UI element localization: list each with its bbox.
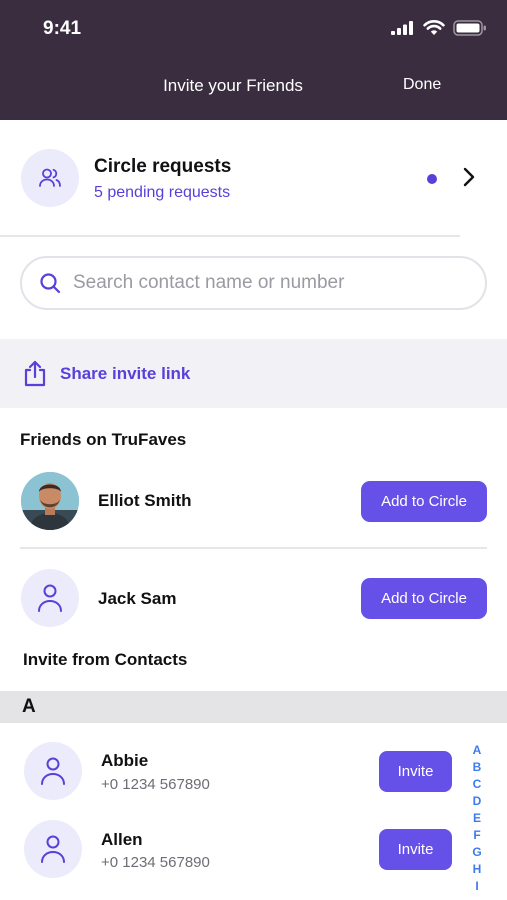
contact-number: +0 1234 567890 — [101, 776, 210, 793]
section-letter-header: A — [0, 691, 507, 723]
share-invite-link-row[interactable]: Share invite link — [0, 339, 507, 408]
users-icon — [39, 168, 61, 187]
divider — [0, 235, 460, 237]
share-invite-link-label: Share invite link — [60, 363, 191, 383]
contact-row: Abbie +0 1234 567890 Invite — [0, 735, 507, 815]
profile-photo — [21, 472, 79, 530]
invite-button[interactable]: Invite — [379, 751, 452, 792]
alphabet-index-letter[interactable]: F — [470, 827, 484, 844]
user-icon — [41, 757, 65, 785]
battery-icon — [453, 20, 486, 36]
alphabet-index-letter[interactable]: C — [470, 776, 484, 793]
app-header: 9:41 Invite your Friends Done — [0, 0, 507, 120]
share-icon — [24, 360, 46, 386]
avatar — [21, 472, 79, 530]
avatar — [24, 742, 82, 800]
search-input[interactable] — [73, 272, 453, 294]
alphabet-index[interactable]: A B C D E F G H I — [470, 742, 484, 895]
contact-number: +0 1234 567890 — [101, 854, 210, 871]
status-icons — [391, 20, 487, 36]
friend-name: Elliot Smith — [98, 491, 192, 510]
add-to-circle-button[interactable]: Add to Circle — [361, 578, 487, 619]
contact-row: Allen +0 1234 567890 Invite — [0, 813, 507, 893]
friend-row: Jack Sam Add to Circle — [0, 559, 507, 639]
status-time: 9:41 — [43, 18, 82, 39]
friend-name: Jack Sam — [98, 589, 177, 608]
pending-requests-count: 5 pending requests — [94, 184, 231, 201]
alphabet-index-letter[interactable]: H — [470, 861, 484, 878]
avatar — [21, 569, 79, 627]
avatar — [24, 820, 82, 878]
contact-name: Abbie — [101, 751, 149, 770]
friends-section-title: Friends on TruFaves — [20, 430, 187, 449]
page-title: Invite your Friends — [163, 76, 303, 95]
wifi-icon — [423, 20, 445, 35]
contact-name: Allen — [101, 830, 143, 849]
unread-dot — [427, 174, 437, 184]
search-icon — [40, 273, 61, 294]
alphabet-index-letter[interactable]: G — [470, 844, 484, 861]
circle-requests-title: Circle requests — [94, 156, 232, 177]
done-button[interactable]: Done — [403, 76, 441, 94]
chevron-right-icon[interactable] — [462, 166, 476, 188]
invite-button[interactable]: Invite — [379, 829, 452, 870]
alphabet-index-letter[interactable]: D — [470, 793, 484, 810]
user-icon — [38, 584, 62, 612]
add-to-circle-button[interactable]: Add to Circle — [361, 481, 487, 522]
group-avatar — [21, 149, 79, 207]
alphabet-index-letter[interactable]: A — [470, 742, 484, 759]
friend-row: Elliot Smith Add to Circle — [0, 461, 507, 541]
cellular-signal-icon — [391, 21, 413, 35]
alphabet-index-letter[interactable]: E — [470, 810, 484, 827]
search-bar[interactable] — [20, 256, 487, 310]
circle-requests-row[interactable]: Circle requests 5 pending requests — [0, 120, 507, 236]
contacts-section-title: Invite from Contacts — [23, 650, 188, 669]
alphabet-index-letter[interactable]: B — [470, 759, 484, 776]
alphabet-index-letter[interactable]: I — [470, 878, 484, 895]
user-icon — [41, 835, 65, 863]
divider — [20, 547, 487, 549]
